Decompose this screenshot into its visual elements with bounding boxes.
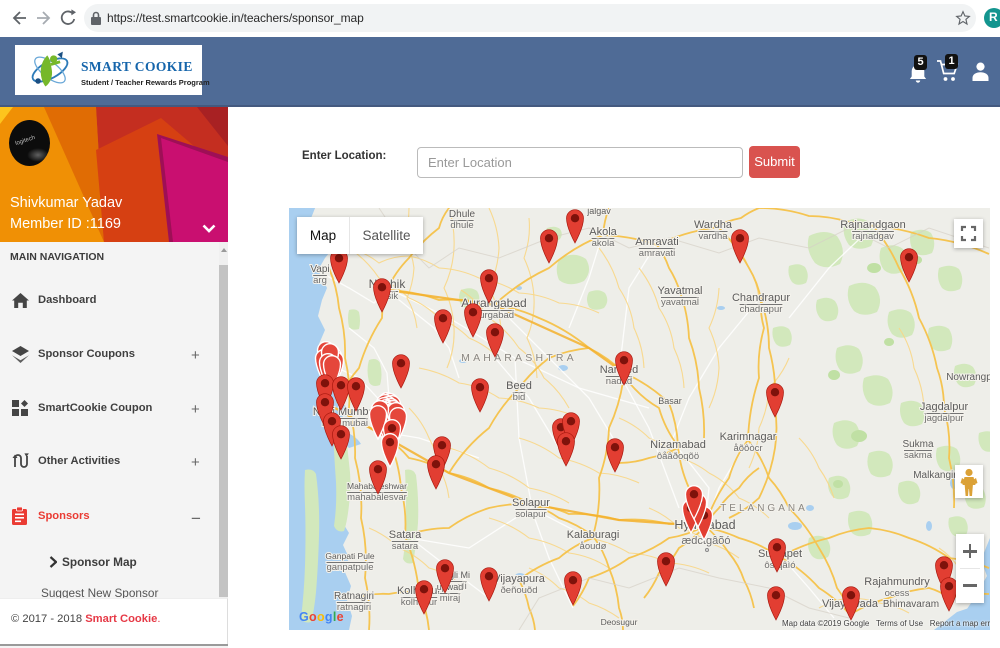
svg-text:Ganpati Pule: Ganpati Pule	[325, 551, 374, 561]
svg-text:Akola: Akola	[589, 226, 617, 238]
svg-text:Ratnagiri: Ratnagiri	[334, 591, 374, 602]
svg-text:Wardha: Wardha	[694, 219, 733, 231]
svg-text:jalgav: jalgav	[586, 208, 611, 216]
svg-text:mahabalesvar: mahabalesvar	[347, 492, 407, 503]
svg-text:Nowrangp: Nowrangp	[946, 372, 990, 383]
svg-text:Beed: Beed	[506, 380, 532, 392]
svg-text:vardha: vardha	[698, 231, 728, 242]
svg-text:ocess: ocess	[885, 588, 910, 599]
svg-text:rajnadgav: rajnadgav	[852, 231, 894, 242]
svg-text:arg: arg	[313, 275, 327, 286]
svg-text:Vijayapura: Vijayapura	[493, 573, 546, 585]
svg-text:yavatmal: yavatmal	[661, 297, 699, 308]
svg-text:Yavatmal: Yavatmal	[657, 285, 702, 297]
svg-text:Vapi: Vapi	[310, 264, 329, 275]
svg-text:Deosugur: Deosugur	[601, 617, 638, 627]
svg-text:Satara: Satara	[389, 529, 422, 541]
svg-text:miraj: miraj	[440, 593, 461, 604]
svg-text:Karimnagar: Karimnagar	[720, 431, 777, 443]
svg-text:Basar: Basar	[658, 396, 682, 406]
svg-text:åõôòcr: åõôòcr	[733, 443, 762, 454]
svg-text:ganpatpule: ganpatpule	[326, 562, 373, 573]
svg-text:Kalaburagi: Kalaburagi	[567, 529, 620, 541]
svg-text:Chandrapur: Chandrapur	[732, 292, 790, 304]
svg-text:Solapur: Solapur	[512, 497, 550, 509]
svg-text:sakma: sakma	[904, 450, 933, 461]
svg-text:satara: satara	[392, 541, 419, 552]
svg-text:akola: akola	[592, 238, 615, 249]
svg-text:amravati: amravati	[639, 248, 675, 259]
svg-text:nadad: nadad	[606, 376, 632, 387]
svg-text:dhule: dhule	[450, 220, 473, 231]
svg-text:TELANGANA: TELANGANA	[720, 503, 808, 514]
svg-text:Sukma: Sukma	[902, 439, 934, 450]
svg-text:Jagdalpur: Jagdalpur	[920, 401, 969, 413]
svg-text:Bhimavaram: Bhimavaram	[883, 599, 939, 610]
svg-text:Dhule: Dhule	[449, 209, 476, 220]
svg-text:jagdalpur: jagdalpur	[923, 413, 963, 424]
svg-text:Amravati: Amravati	[635, 236, 678, 248]
svg-text:Malkangiri: Malkangiri	[913, 470, 959, 481]
svg-text:MAHARASHTRA: MAHARASHTRA	[461, 352, 577, 364]
svg-text:Rajahmundry: Rajahmundry	[864, 576, 930, 588]
svg-text:Rajnandgaon: Rajnandgaon	[840, 219, 905, 231]
svg-text:bid: bid	[513, 392, 526, 403]
svg-text:ðeñouõd: ðeñouõd	[501, 585, 538, 596]
svg-text:Nizamabad: Nizamabad	[650, 439, 706, 451]
svg-text:åoudø: åoudø	[580, 541, 607, 552]
svg-text:ôåâðoqõö: ôåâðoqõö	[657, 451, 699, 462]
svg-text:chadrapur: chadrapur	[740, 304, 783, 315]
svg-text:solapur: solapur	[515, 509, 546, 520]
